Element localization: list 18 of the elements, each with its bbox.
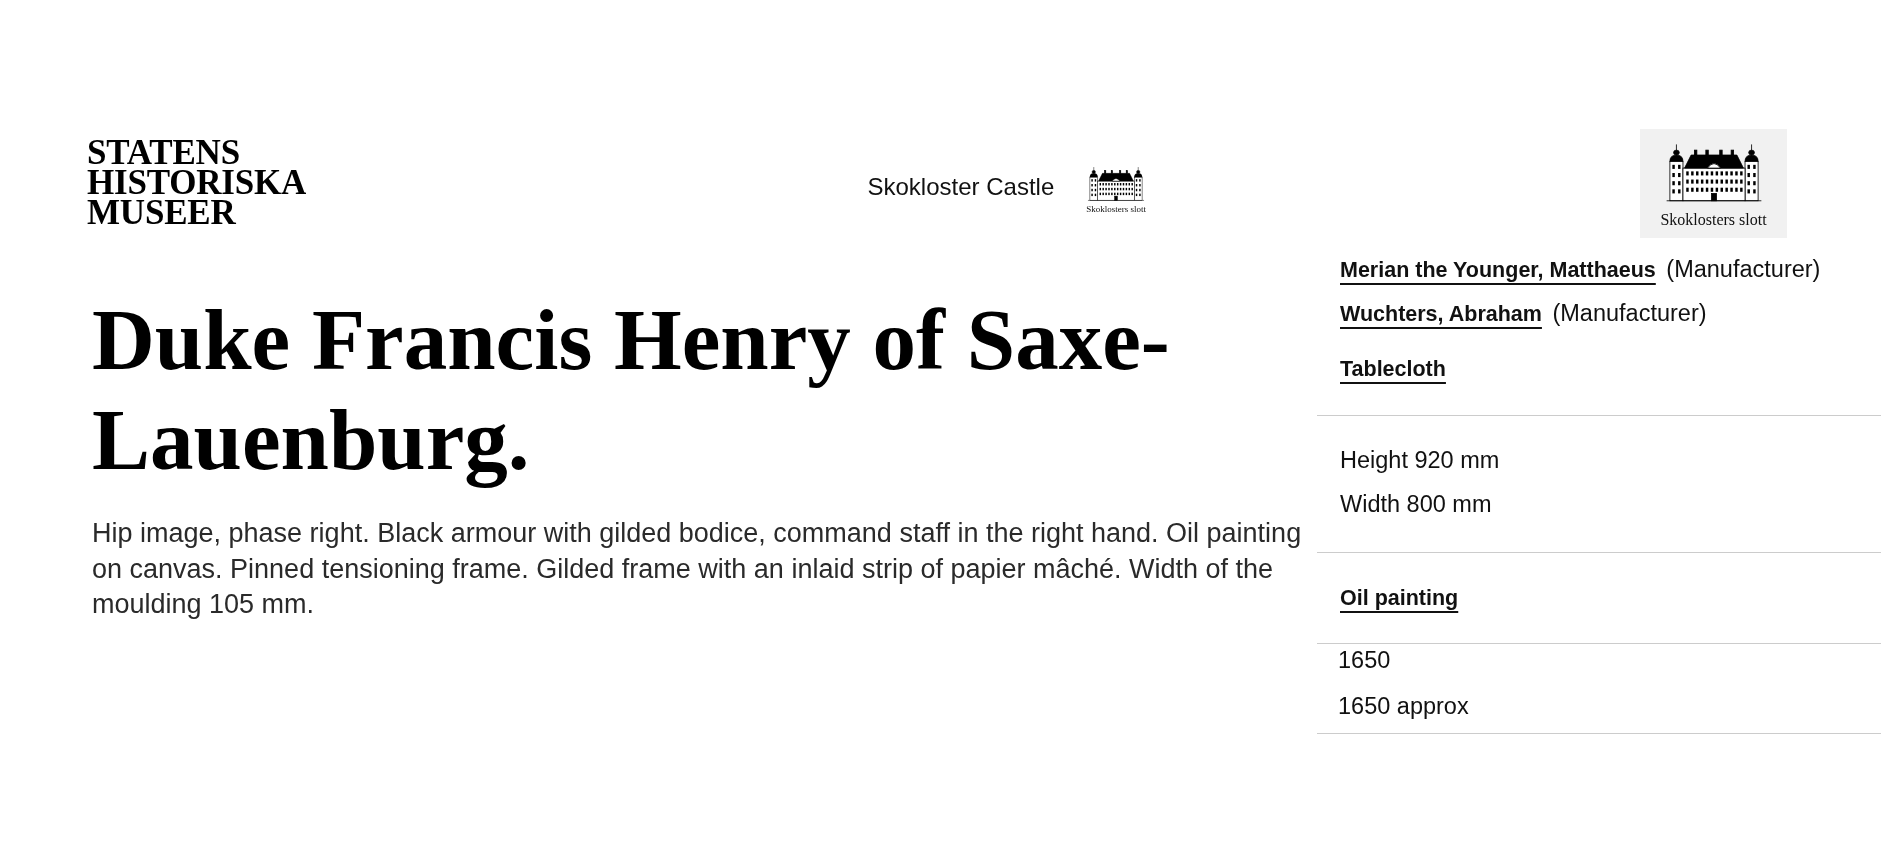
measurement-text: Width 800 mm [1340,491,1492,517]
role-label: (Manufacturer) [1552,300,1707,326]
date-text: 1650 [1338,647,1391,673]
object-title: Duke Francis Henry of Saxe-Lauenburg. [92,290,1171,490]
date-text: 1650 approx [1338,693,1469,719]
site-name[interactable]: Skokloster Castle [867,173,1055,201]
person-link[interactable]: Wuchters, Abraham [1340,302,1542,326]
object-description: Hip image, phase right. Black armour with gilded bodice, command staff in the right hand. Oil painting on canvas. Pinned tensioning frame. Gilded frame with an inlaid strip of papier mâché. Width of the moulding 105 mm. [92,517,1303,621]
logo-caption: Skoklosters slott [1086,203,1146,215]
person-link[interactable]: Merian the Younger, Matthaeus [1340,258,1656,282]
measurement-text: Height 920 mm [1340,447,1500,473]
castle-icon [1087,165,1146,202]
logo-caption: Skoklosters slott [1660,209,1767,230]
role-label: (Manufacturer) [1666,256,1821,282]
museum-logo[interactable]: STATENS HISTORISKA MUSEER [87,138,307,228]
technique-link[interactable]: Oil painting [1340,586,1459,610]
castle-icon [1664,141,1763,204]
category-link[interactable]: Tablecloth [1340,357,1446,381]
